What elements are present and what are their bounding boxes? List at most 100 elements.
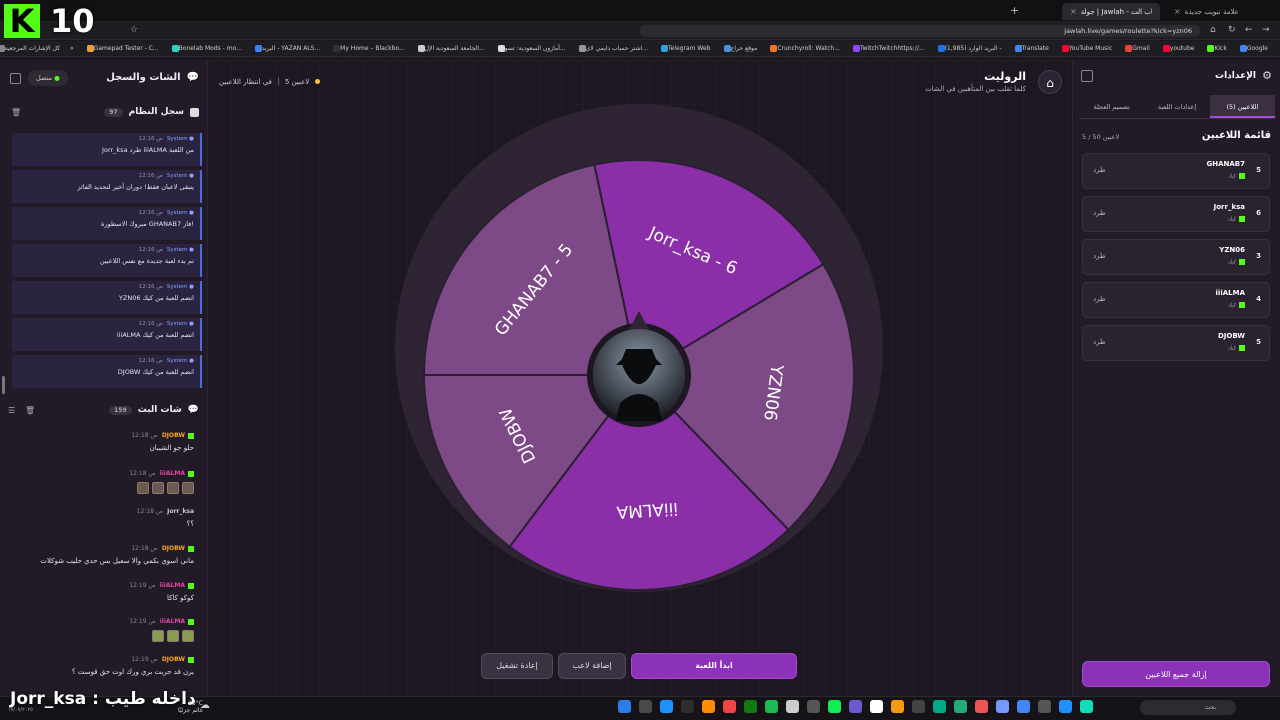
bookmark-item[interactable]: Telegram Web [658,45,711,52]
list-icon[interactable]: ☰ [8,406,15,415]
forward-icon[interactable]: ← [1245,25,1253,35]
tab-game-settings[interactable]: إعدادات اللعبة [1144,95,1209,118]
tab-new-tab[interactable]: × علامة تبويب جديدة [1166,3,1274,20]
kick-player-button[interactable]: طرد [1093,166,1106,174]
system-message: 12:16 ص System ● YZN06 انضم للعبة من كيك [12,281,202,314]
remove-all-players-button[interactable]: إزالة جميع اللاعبين [1082,661,1270,687]
taskbar-app-icon[interactable] [639,700,652,713]
bookmark-item[interactable]: Kick [1204,45,1227,52]
system-message: 12:16 ص System ● مبروك الاسطورة GHANAB7 ف… [12,207,202,240]
taskbar-app-icon[interactable] [870,700,883,713]
start-game-button[interactable]: ابدأ اللعبة [631,653,797,679]
chat-username[interactable]: iiiALMA [160,470,185,477]
bookmark-item[interactable]: YouTube Music [1059,45,1112,52]
all-bookmarks[interactable]: كل الإشارات المرجعية [0,45,60,52]
taskbar-app-icon[interactable] [744,700,757,713]
kick-player-button[interactable]: طرد [1093,338,1106,346]
bookmark-item[interactable]: البريد - YAZAN ALS... [252,45,320,52]
taskbar-app-icon[interactable] [891,700,904,713]
emote-icon [167,630,179,642]
close-tab-icon[interactable]: × [1174,7,1181,16]
taskbar-search[interactable]: بحث [1140,700,1236,715]
taskbar-app-icon[interactable] [912,700,925,713]
taskbar-app-icon[interactable] [1038,700,1051,713]
collapse-sidebar-icon[interactable] [10,73,21,84]
home-icon[interactable]: ⌂ [1210,25,1216,35]
trash-icon[interactable]: 🗑 [25,406,35,415]
bookmark-item[interactable]: Gamepad Tester - C... [84,45,159,52]
emote-icon [182,482,194,494]
roulette-wheel[interactable]: Jorr_ksa - 6YZN06iiiALMADJOBWGHANAB7 - 5 [394,103,884,593]
kick-badge-icon [1239,259,1245,265]
kick-player-button[interactable]: طرد [1093,295,1106,303]
bookmark-item[interactable]: Gmail [1122,45,1150,52]
chat-username[interactable]: DJOBW [162,545,185,552]
taskbar-app-icon[interactable] [618,700,631,713]
restart-button[interactable]: إعادة تشغيل [481,653,553,679]
scrollbar[interactable] [2,376,5,394]
weather-icon: ☁ [200,700,210,711]
add-player-button[interactable]: إضافة لاعب [558,653,626,679]
chat-username[interactable]: iiiALMA [160,618,185,625]
taskbar-app-icon[interactable] [996,700,1009,713]
emote-row [4,482,194,496]
chat-username[interactable]: DJOBW [162,656,185,663]
game-status: في انتظار اللاعبين 5 لاعبين [219,77,321,86]
taskbar-app-icon[interactable] [1017,700,1030,713]
bookmark-overflow-icon[interactable]: » [70,45,74,52]
bookmark-item[interactable]: youtube [1160,45,1194,52]
emote-row [4,630,194,644]
collapse-sidebar-icon[interactable] [1081,70,1093,82]
back-icon[interactable]: → [1262,25,1270,35]
taskbar-app-icon[interactable] [933,700,946,713]
taskbar-app-icon[interactable] [1059,700,1072,713]
taskbar-app-icon[interactable] [702,700,715,713]
taskbar-app-icon[interactable] [828,700,841,713]
trash-icon[interactable]: 🗑 [11,108,21,117]
new-tab-icon[interactable]: + [1010,4,1019,17]
taskbar-app-icon[interactable] [681,700,694,713]
taskbar-app-icon[interactable] [1080,700,1093,713]
stream-overlay-text: Jorr_ksa : داخله طيب [10,689,196,709]
bookmark-item[interactable]: TwitchTwitchhttps://... [850,45,925,52]
star-icon[interactable]: ☆ [130,25,138,35]
taskbar-app-icon[interactable] [660,700,673,713]
reload-icon[interactable]: ↻ [1228,25,1236,35]
bookmark-item[interactable]: الجامعة السعودية الإل... [415,45,485,52]
taskbar-app-icon[interactable] [786,700,799,713]
url-input[interactable]: jawlah.live/games/roulette?kick=yzn06 [640,25,1200,37]
home-button[interactable]: ⌂ [1038,70,1062,94]
tab-players[interactable]: اللاعبين (5) [1209,95,1275,118]
chat-username[interactable]: DJOBW [162,432,185,439]
status-dot-icon [315,79,321,84]
chat-icon: 💬 [186,72,199,83]
bookmark-item[interactable]: موقع حراج [721,45,757,52]
kick-player-button[interactable]: طرد [1093,252,1106,260]
bookmark-item[interactable]: Translate [1012,45,1049,52]
taskbar-app-icon[interactable] [723,700,736,713]
bookmark-item[interactable]: البريد الوارد (1,985) - [935,45,1002,52]
browser-tab-bar: × جولة | Jawlah - منصة الألعاب الت... × … [0,0,1280,22]
chat-username[interactable]: iiiALMA [160,582,185,589]
taskbar-app-icon[interactable] [849,700,862,713]
bookmark-item[interactable]: My Home – Blackbo... [330,45,405,52]
tab-wheel-design[interactable]: تصميم العجلة [1079,95,1144,118]
chat-message: 12:18 ص Jorr_ksa ؟؟ [136,508,194,528]
bookmark-item[interactable]: Google [1237,45,1268,52]
tab-jawlah[interactable]: × جولة | Jawlah - منصة الألعاب الت... [1062,3,1160,20]
bookmark-item[interactable]: أمازون السعودية: تسو... [495,45,566,52]
kick-player-button[interactable]: طرد [1093,209,1106,217]
taskbar-app-icon[interactable] [807,700,820,713]
taskbar-app-icon[interactable] [975,700,988,713]
taskbar-app-icon[interactable] [765,700,778,713]
bookmark-item[interactable]: Crunchyroll: Watch... [767,45,840,52]
wheel-segment-label: iiiALMA [616,498,679,522]
bookmark-item[interactable]: Bonelab Mods - mo... [169,45,242,52]
close-tab-icon[interactable]: × [1070,7,1077,16]
kick-badge-icon [1239,302,1245,308]
player-row: 5 GHANAB7 كيك طرد [1082,153,1270,189]
taskbar-app-icon[interactable] [954,700,967,713]
chat-username[interactable]: Jorr_ksa [167,508,194,515]
player-row: 5 DJOBW كيك طرد [1082,325,1270,361]
bookmark-item[interactable]: اشتر حساب دايمي لاي... [576,45,648,52]
